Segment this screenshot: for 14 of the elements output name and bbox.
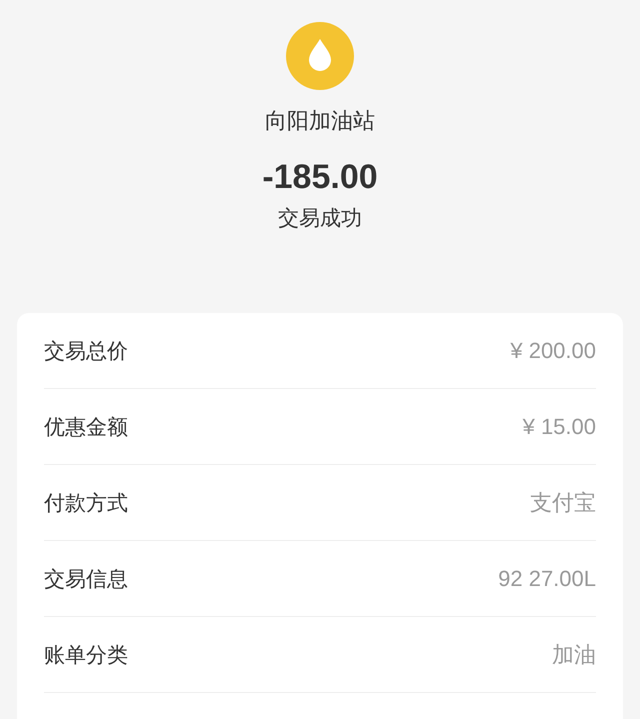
detail-label: 账单分类 bbox=[44, 642, 128, 668]
detail-label: 优惠金额 bbox=[44, 414, 128, 440]
detail-label: 交易总价 bbox=[44, 338, 128, 364]
detail-label: 交易信息 bbox=[44, 566, 128, 592]
detail-value: ¥ 200.00 bbox=[510, 338, 596, 364]
detail-value: ¥ 15.00 bbox=[522, 414, 596, 440]
detail-label: 付款方式 bbox=[44, 490, 128, 516]
detail-value: 支付宝 bbox=[530, 488, 596, 516]
merchant-name: 向阳加油站 bbox=[265, 108, 375, 136]
detail-value: 加油 bbox=[552, 640, 596, 668]
oil-drop-icon bbox=[286, 22, 354, 90]
detail-value: 92 27.00L bbox=[498, 566, 596, 592]
transaction-status: 交易成功 bbox=[278, 205, 362, 232]
amount: -185.00 bbox=[262, 157, 378, 198]
